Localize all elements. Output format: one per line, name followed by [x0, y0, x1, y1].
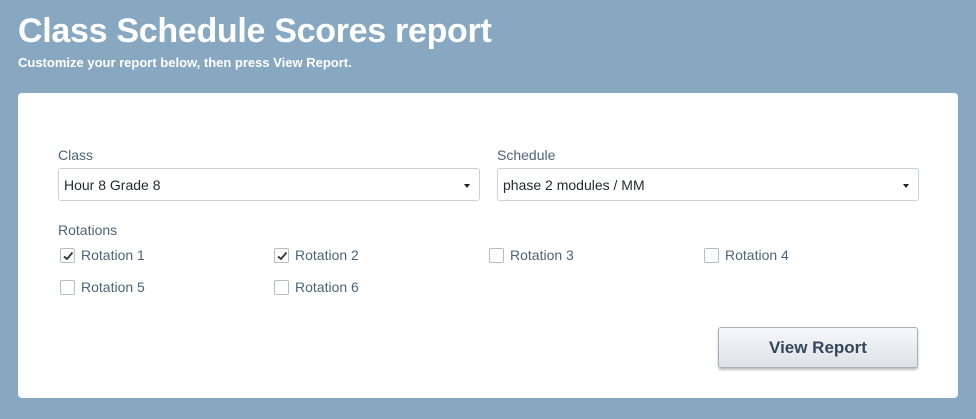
rotation-2-checkbox[interactable]: Rotation 2: [274, 245, 359, 265]
checkbox-box[interactable]: [489, 247, 504, 263]
schedule-select-value: phase 2 modules / MM: [503, 177, 645, 193]
checkbox-box[interactable]: [274, 247, 289, 263]
rotation-2-label: Rotation 2: [295, 247, 359, 263]
rotation-5-checkbox[interactable]: Rotation 5: [60, 277, 145, 297]
checkbox-box[interactable]: [704, 247, 719, 263]
schedule-select[interactable]: phase 2 modules / MM: [497, 168, 919, 201]
rotation-4-label: Rotation 4: [725, 247, 789, 263]
rotation-6-label: Rotation 6: [295, 279, 359, 295]
class-select[interactable]: Hour 8 Grade 8: [58, 168, 480, 201]
checkmark-icon: [63, 251, 74, 260]
rotation-4-checkbox[interactable]: Rotation 4: [704, 245, 789, 265]
checkbox-box[interactable]: [60, 279, 75, 295]
view-report-button[interactable]: View Report: [718, 327, 918, 368]
rotation-5-label: Rotation 5: [81, 279, 145, 295]
rotation-1-checkbox[interactable]: Rotation 1: [60, 245, 145, 265]
schedule-label: Schedule: [497, 147, 556, 163]
checkbox-box[interactable]: [60, 247, 75, 263]
class-select-value: Hour 8 Grade 8: [64, 177, 161, 193]
report-options-panel: Class Hour 8 Grade 8 Schedule phase 2 mo…: [18, 93, 958, 398]
chevron-down-icon: [903, 184, 909, 188]
rotation-3-label: Rotation 3: [510, 247, 574, 263]
rotation-6-checkbox[interactable]: Rotation 6: [274, 277, 359, 297]
class-label: Class: [58, 147, 94, 163]
chevron-down-icon: [464, 184, 470, 188]
rotations-label: Rotations: [58, 222, 118, 238]
page-title: Class Schedule Scores report: [18, 12, 492, 50]
rotation-1-label: Rotation 1: [81, 247, 145, 263]
page-subtitle: Customize your report below, then press …: [18, 55, 352, 70]
checkbox-box[interactable]: [274, 279, 289, 295]
rotation-3-checkbox[interactable]: Rotation 3: [489, 245, 574, 265]
checkmark-icon: [277, 251, 288, 260]
